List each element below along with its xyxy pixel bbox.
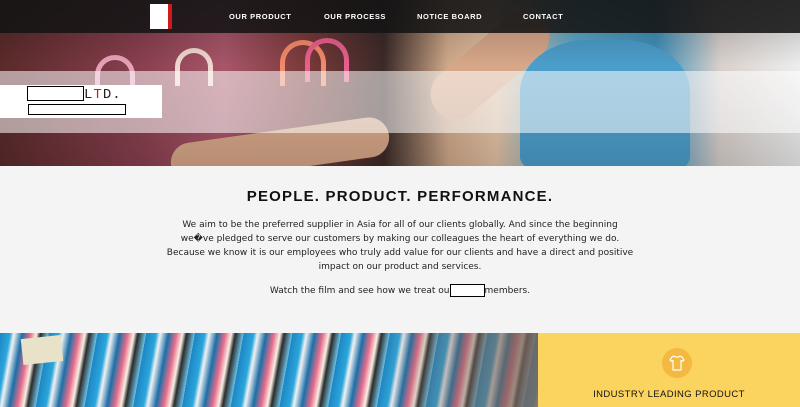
clothes-fade [378,333,538,407]
nav-notice-board[interactable]: NOTICE BOARD [417,12,482,21]
mission-line: Because we know it is our employees who … [166,248,634,258]
film-line: Watch the film and see how we treat ou me… [0,284,800,297]
brand-suffix: LTD. [84,87,122,103]
shirt-glyph [669,355,685,371]
mission-paragraph: We aim to be the preferred supplier in A… [150,218,650,274]
feature-label: INDUSTRY LEADING PRODUCT [593,389,745,400]
brand-subtitle-redacted [28,104,126,115]
mission-title: PEOPLE. PRODUCT. PERFORMANCE. [246,188,554,205]
brand-suffix-d: D. [102,87,122,103]
nav-our-process[interactable]: OUR PROCESS [324,12,386,21]
mission-line: impact on our product and services. [318,262,482,272]
logo-icon[interactable] [150,4,172,29]
clothing-tag [20,334,64,366]
brand-suffix-l: L [84,87,94,103]
brand-suffix-t: T [93,87,103,103]
film-text-before: Watch the film and see how we treat ou [269,286,450,296]
top-nav: OUR PRODUCT OUR PROCESS NOTICE BOARD CON… [0,0,800,33]
film-redacted [449,284,485,297]
film-text-after: members. [484,286,531,296]
clothes-rack-image [0,333,538,407]
mission-line: We aim to be the preferred supplier in A… [182,220,618,230]
brand-name-redacted [27,86,84,101]
nav-contact[interactable]: CONTACT [523,12,563,21]
shirt-icon [662,348,692,378]
nav-our-product[interactable]: OUR PRODUCT [229,12,291,21]
mission-section: PEOPLE. PRODUCT. PERFORMANCE. We aim to … [0,166,800,333]
mission-line: we�ve pledged to serve our customers by … [180,234,620,244]
